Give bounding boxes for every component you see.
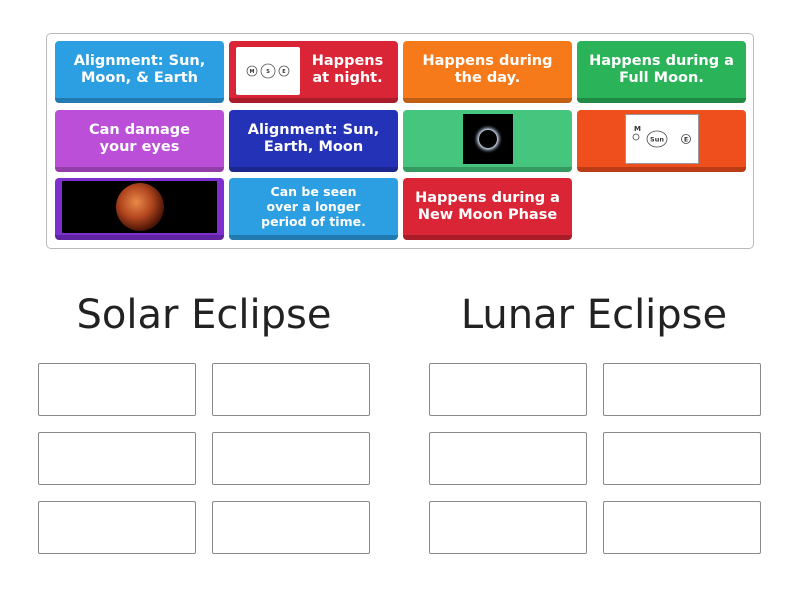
group-title-lunar-eclipse: Lunar Eclipse	[460, 292, 728, 338]
lunar-drop-slot[interactable]	[429, 501, 587, 554]
solar-drop-slot[interactable]	[212, 363, 370, 416]
tile-happens-new-moon[interactable]: Happens during a New Moon Phase	[403, 178, 572, 240]
lunar-drop-slot[interactable]	[603, 363, 761, 416]
lunar-drop-slot[interactable]	[603, 501, 761, 554]
tile-label: Alignment: Sun, Moon, & Earth	[73, 52, 206, 86]
tile-label: Alignment: Sun, Earth, Moon	[247, 121, 380, 155]
moon-sun-earth-diagram: M Sun E	[624, 113, 699, 164]
diagram-moon-label: M	[250, 69, 255, 75]
tile-longer-period[interactable]: Can be seen over a longer period of time…	[229, 178, 398, 240]
tile-label: Can damage your eyes	[88, 121, 191, 155]
solar-drop-slot[interactable]	[212, 501, 370, 554]
lunar-drop-slot[interactable]	[429, 432, 587, 485]
diagram-sun-label: S	[266, 69, 270, 75]
answer-bank: Alignment: Sun, Moon, & Earth M S E Happ…	[46, 33, 754, 249]
tile-happens-during-day[interactable]: Happens during the day.	[403, 41, 572, 103]
solar-drop-slot[interactable]	[38, 363, 196, 416]
tile-alignment-sun-moon-earth[interactable]: Alignment: Sun, Moon, & Earth	[55, 41, 224, 103]
diagram-moon-label: M	[634, 125, 641, 133]
solar-drop-slot[interactable]	[38, 501, 196, 554]
lunar-drop-slot[interactable]	[603, 432, 761, 485]
tile-lunar-eclipse-image[interactable]	[55, 178, 224, 240]
tile-label: Can be seen over a longer period of time…	[261, 184, 366, 229]
diagram-earth-label: E	[683, 136, 687, 143]
tile-happens-full-moon[interactable]: Happens during a Full Moon.	[577, 41, 746, 103]
solar-drop-slot[interactable]	[212, 432, 370, 485]
moon-sun-earth-diagram: M S E	[236, 47, 300, 95]
group-title-solar-eclipse: Solar Eclipse	[76, 292, 332, 338]
solar-drop-slot[interactable]	[38, 432, 196, 485]
lunar-drop-slot[interactable]	[429, 363, 587, 416]
solar-eclipse-image	[462, 113, 513, 164]
lunar-eclipse-image	[62, 180, 217, 233]
tile-label: Happens during the day.	[422, 52, 553, 86]
tile-alignment-sun-earth-moon[interactable]: Alignment: Sun, Earth, Moon	[229, 110, 398, 172]
diagram-sun-label: Sun	[650, 135, 664, 143]
tile-solar-eclipse-image[interactable]	[403, 110, 572, 172]
tile-happens-at-night[interactable]: M S E Happens at night.	[229, 41, 398, 103]
tile-moon-sun-earth-diagram[interactable]: M Sun E	[577, 110, 746, 172]
tile-can-damage-eyes[interactable]: Can damage your eyes	[55, 110, 224, 172]
tile-label: Happens during a New Moon Phase	[415, 189, 560, 223]
tile-label: Happens during a Full Moon.	[589, 52, 734, 86]
diagram-earth-label: E	[282, 69, 286, 75]
tile-label: Happens at night.	[311, 52, 384, 86]
